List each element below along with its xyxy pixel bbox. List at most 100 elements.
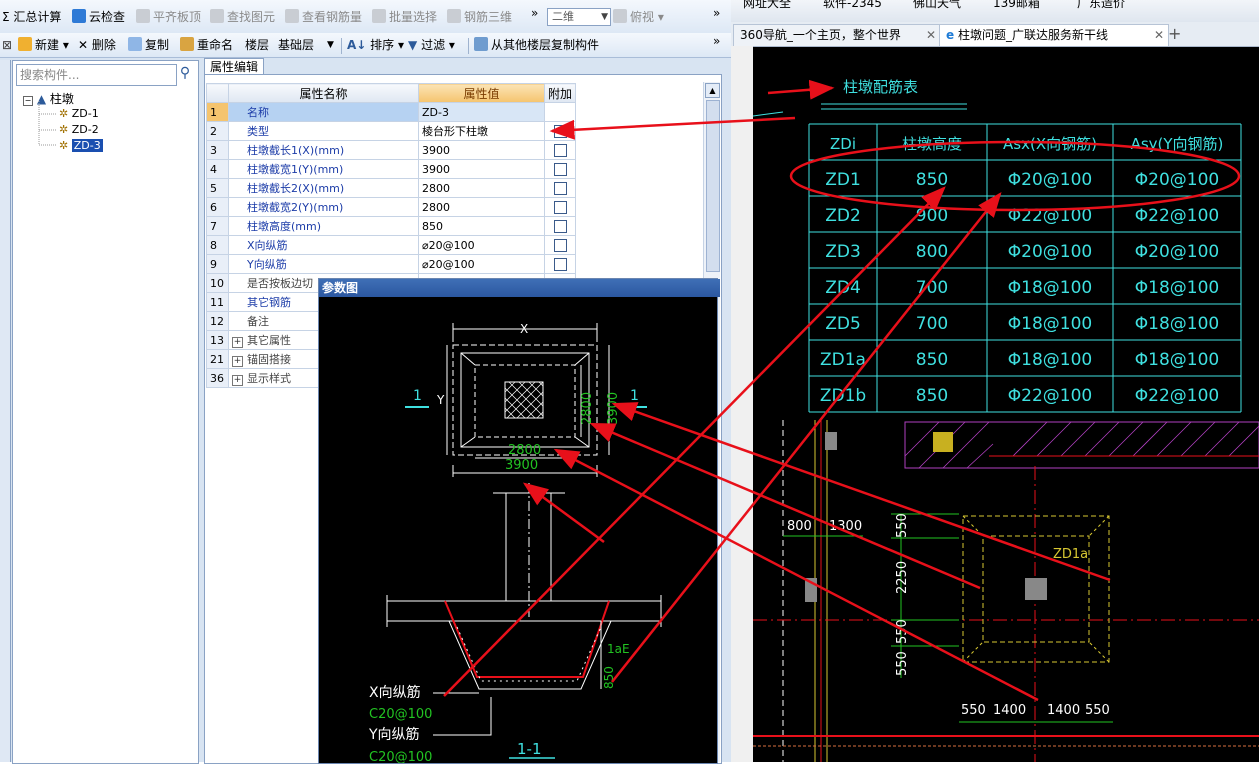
property-value[interactable]: ⌀20@100	[418, 235, 545, 255]
tab-property-edit[interactable]: 属性编辑	[204, 58, 264, 75]
copy-from-floor-label: 从其他楼层复制构件	[491, 38, 600, 52]
align-icon	[136, 9, 150, 23]
rebar-3d-button[interactable]: 钢筋三维	[447, 8, 512, 26]
property-row[interactable]: 6 柱墩截宽2(Y)(mm) 2800	[206, 197, 577, 217]
param-window-title[interactable]: 参数图	[319, 279, 720, 297]
row-number: 11	[206, 292, 229, 312]
floor-select[interactable]: 基础层	[278, 36, 314, 54]
property-row[interactable]: 7 柱墩高度(mm) 850	[206, 216, 577, 236]
scroll-thumb[interactable]	[706, 100, 720, 272]
cad-table-cell: Φ18@100	[1008, 350, 1092, 370]
delete-button[interactable]: ✕ 删除	[78, 36, 116, 54]
align-slab-top-button[interactable]: 平齐板顶	[136, 8, 201, 26]
property-row[interactable]: 1 名称 ZD-3	[206, 102, 577, 122]
tree-item-zd2[interactable]: ✲ ZD-2	[59, 123, 99, 136]
toolbar2-more-button[interactable]: »	[713, 32, 720, 50]
expand-icon[interactable]: +	[232, 356, 243, 367]
section-marker-right: 1	[630, 388, 639, 404]
property-value[interactable]: ⌀20@100	[418, 254, 545, 274]
bookmark-4[interactable]: 139邮箱	[993, 0, 1040, 11]
search-input[interactable]: 搜索构件...	[16, 64, 177, 86]
view-rebar-qty-button[interactable]: 查看钢筋量	[285, 8, 362, 26]
view-mode-button[interactable]: 俯视 ▾	[613, 8, 664, 26]
scroll-up-icon[interactable]: ▲	[705, 83, 720, 98]
filter-label: 过滤	[421, 38, 446, 52]
property-row[interactable]: 3 柱墩截长1(X)(mm) 3900	[206, 140, 577, 160]
property-value[interactable]: 850	[418, 216, 545, 236]
close-tab-icon[interactable]: ✕	[1154, 25, 1164, 46]
tab-360-home[interactable]: 360导航_一个主页，整个世界 ✕	[733, 24, 941, 46]
property-value[interactable]: 棱台形下柱墩	[418, 121, 545, 141]
y-bar-value: C20@100	[369, 750, 432, 763]
panel-pin-icon[interactable]: ⊠	[2, 36, 12, 54]
view-dimension-value: 二维	[552, 10, 574, 23]
extra-checkbox[interactable]	[553, 257, 567, 271]
extra-cell	[543, 121, 577, 141]
property-row[interactable]: 9 Y向纵筋 ⌀20@100	[206, 254, 577, 274]
tree-item-zd3[interactable]: ✲ ZD-3	[59, 139, 103, 152]
collapse-icon[interactable]: −	[23, 96, 33, 106]
property-name: X向纵筋	[228, 235, 419, 255]
bookmark-2[interactable]: 软件-2345	[823, 0, 882, 11]
expand-icon[interactable]: +	[232, 337, 243, 348]
section-title: 1-1	[517, 740, 542, 758]
property-row[interactable]: 4 柱墩截宽1(Y)(mm) 3900	[206, 159, 577, 179]
tab-glodon-forum[interactable]: e 柱墩问题_广联达服务新干线 ✕	[939, 24, 1169, 46]
property-value[interactable]: 2800	[418, 178, 545, 198]
cad-table-cell: Φ18@100	[1135, 350, 1219, 370]
bookmark-1[interactable]: 网址大全	[743, 0, 791, 11]
property-row[interactable]: 8 X向纵筋 ⌀20@100	[206, 235, 577, 255]
floor-dropdown-icon[interactable]: ▼	[327, 36, 334, 54]
property-value-header: 属性值	[418, 83, 545, 103]
cad-table-header: Asy(Y向钢筋)	[1131, 135, 1224, 153]
batch-select-button[interactable]: 批量选择	[372, 8, 437, 26]
calc-button[interactable]: Σ 汇总计算	[2, 8, 61, 26]
property-value[interactable]: ZD-3	[418, 102, 545, 122]
extra-checkbox[interactable]	[553, 238, 567, 252]
sort-button[interactable]: A↓ 排序 ▾	[347, 36, 404, 54]
find-element-button[interactable]: 查找图元	[210, 8, 275, 26]
bookmark-3[interactable]: 佛山天气	[913, 0, 961, 11]
extra-checkbox[interactable]	[553, 219, 567, 233]
cad-table-cell: ZD1b	[820, 386, 866, 406]
x-bar-value: C20@100	[369, 707, 432, 722]
extra-cell	[543, 140, 577, 160]
dim-v-2: 2250	[895, 561, 910, 594]
property-value[interactable]: 3900	[418, 140, 545, 160]
row-number: 2	[206, 121, 229, 141]
toolbar-more-button-2[interactable]: »	[713, 4, 720, 22]
tree-item-zd1[interactable]: ✲ ZD-1	[59, 107, 99, 120]
rename-icon	[180, 37, 194, 51]
new-tab-button[interactable]: +	[1168, 24, 1181, 43]
cad-table-header: ZDi	[830, 135, 856, 153]
extra-checkbox[interactable]	[553, 143, 567, 157]
extra-checkbox[interactable]	[553, 200, 567, 214]
group-label: 其它属性	[247, 334, 291, 347]
new-button[interactable]: 新建 ▾	[18, 36, 69, 54]
extra-checkbox[interactable]	[553, 124, 567, 138]
dim-x-label: X	[520, 322, 528, 336]
copy-button[interactable]: 复制	[128, 36, 169, 54]
extra-checkbox[interactable]	[553, 181, 567, 195]
copy-label: 复制	[145, 38, 170, 52]
filter-button[interactable]: ▼ 过滤 ▾	[408, 36, 455, 54]
cad-table-cell: ZD2	[825, 206, 861, 226]
property-row[interactable]: 2 类型 棱台形下柱墩	[206, 121, 577, 141]
expand-icon[interactable]: +	[232, 375, 243, 386]
extra-checkbox[interactable]	[553, 162, 567, 176]
cad-table-cell: Φ22@100	[1135, 386, 1219, 406]
property-value[interactable]: 3900	[418, 159, 545, 179]
cloud-check-label: 云检查	[89, 10, 126, 24]
close-tab-icon[interactable]: ✕	[926, 25, 936, 46]
bookmark-5[interactable]: 广东造价	[1077, 0, 1125, 11]
property-row[interactable]: 5 柱墩截长2(X)(mm) 2800	[206, 178, 577, 198]
property-value[interactable]: 2800	[418, 197, 545, 217]
copy-from-floor-button[interactable]: 从其他楼层复制构件	[474, 36, 599, 54]
cloud-check-button[interactable]: 云检查	[72, 8, 125, 26]
search-icon[interactable]: ⚲	[176, 65, 194, 83]
view-dimension-combo[interactable]: 二维 ▼	[547, 8, 611, 26]
toolbar-more-button[interactable]: »	[531, 4, 538, 22]
cad-table-cell: Φ20@100	[1008, 170, 1092, 190]
rename-button[interactable]: 重命名	[180, 36, 233, 54]
cad-table-title: 柱墩配筋表	[843, 78, 918, 96]
